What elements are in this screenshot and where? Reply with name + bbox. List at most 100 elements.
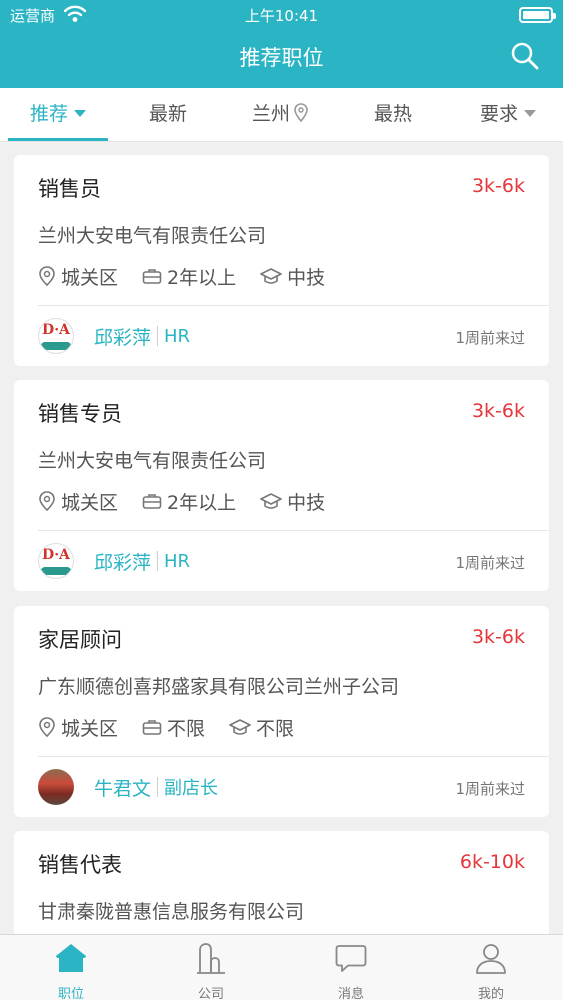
nav-company[interactable]: 公司 bbox=[161, 935, 261, 1000]
job-tags: 城关区 不限 不限 bbox=[38, 714, 318, 740]
experience-tag: 2年以上 bbox=[142, 263, 236, 290]
recruiter-info: D·A 邱彩萍 HR bbox=[38, 542, 190, 580]
tab-label: 推荐 bbox=[30, 103, 69, 125]
avatar: D·A bbox=[38, 318, 74, 354]
company-logo-text: D·A bbox=[42, 322, 70, 338]
recruiter-info: D·A 邱彩萍 HR bbox=[38, 317, 190, 355]
bottom-nav: 职位 公司 消息 我的 bbox=[0, 934, 563, 1000]
caret-down-icon bbox=[74, 109, 87, 117]
experience-text: 2年以上 bbox=[167, 491, 237, 514]
page-title: 推荐职位 bbox=[239, 46, 324, 70]
education-text: 中技 bbox=[287, 266, 326, 289]
nav-label: 我的 bbox=[477, 987, 504, 1000]
graduation-cap-icon bbox=[260, 268, 282, 284]
battery-icon bbox=[519, 7, 556, 23]
job-salary: 3k-6k bbox=[471, 400, 525, 422]
job-title: 家居顾问 bbox=[38, 628, 122, 652]
recruiter-name: 邱彩萍 bbox=[94, 551, 152, 574]
company-icon bbox=[197, 943, 225, 974]
card-divider bbox=[38, 756, 549, 757]
job-card[interactable]: 家居顾问 3k-6k 广东顺德创喜邦盛家具有限公司兰州子公司 城关区 不限 不限… bbox=[14, 606, 549, 817]
nav-profile[interactable]: 我的 bbox=[441, 935, 541, 1000]
logo-badge bbox=[41, 342, 71, 350]
company-name: 广东顺德创喜邦盛家具有限公司兰州子公司 bbox=[38, 676, 400, 698]
divider bbox=[157, 551, 159, 571]
company-name: 甘肃秦陇普惠信息服务有限公司 bbox=[38, 901, 305, 923]
district-text: 城关区 bbox=[61, 717, 119, 740]
district-text: 城关区 bbox=[61, 491, 119, 514]
education-tag: 不限 bbox=[229, 714, 294, 741]
experience-tag: 2年以上 bbox=[142, 488, 236, 515]
nav-jobs[interactable]: 职位 bbox=[21, 935, 121, 1000]
tab-label: 最新 bbox=[149, 103, 188, 125]
active-tab-indicator bbox=[8, 138, 108, 141]
location-pin-icon bbox=[39, 491, 55, 512]
job-tags: 城关区 2年以上 中技 bbox=[38, 488, 349, 514]
tab-hottest[interactable]: 最热 bbox=[374, 88, 412, 142]
location-pin-icon bbox=[294, 103, 308, 123]
job-salary: 3k-6k bbox=[471, 626, 525, 648]
nav-label: 公司 bbox=[197, 987, 224, 1000]
district-tag: 城关区 bbox=[38, 488, 118, 515]
nav-label: 消息 bbox=[337, 987, 364, 1000]
graduation-cap-icon bbox=[260, 493, 282, 509]
nav-label: 职位 bbox=[57, 987, 84, 1000]
recruiter-role: HR bbox=[164, 325, 191, 347]
job-salary: 3k-6k bbox=[471, 175, 525, 197]
card-divider bbox=[38, 305, 549, 306]
district-tag: 城关区 bbox=[38, 263, 118, 290]
job-salary: 6k-10k bbox=[459, 851, 525, 873]
home-icon bbox=[56, 944, 86, 972]
status-time: 上午10:41 bbox=[244, 7, 319, 25]
education-tag: 中技 bbox=[260, 263, 325, 290]
recruiter-role: HR bbox=[164, 550, 191, 572]
logo-badge bbox=[41, 567, 71, 575]
district-tag: 城关区 bbox=[38, 714, 118, 741]
location-pin-icon bbox=[39, 717, 55, 738]
job-title: 销售代表 bbox=[38, 853, 122, 877]
job-card[interactable]: 销售员 3k-6k 兰州大安电气有限责任公司 城关区 2年以上 中技 D·A 邱… bbox=[14, 155, 549, 366]
experience-tag: 不限 bbox=[142, 714, 205, 741]
tab-latest[interactable]: 最新 bbox=[149, 88, 187, 142]
caret-down-icon bbox=[524, 109, 537, 117]
job-card[interactable]: 销售专员 3k-6k 兰州大安电气有限责任公司 城关区 2年以上 中技 D·A … bbox=[14, 380, 549, 591]
tab-label: 要求 bbox=[480, 103, 519, 125]
job-title: 销售专员 bbox=[38, 402, 122, 426]
avatar bbox=[38, 769, 74, 805]
experience-text: 2年以上 bbox=[167, 266, 237, 289]
recruiter-info: 牛君文 副店长 bbox=[38, 768, 218, 806]
job-tags: 城关区 2年以上 中技 bbox=[38, 263, 349, 289]
company-name: 兰州大安电气有限责任公司 bbox=[38, 450, 267, 472]
graduation-cap-icon bbox=[229, 719, 251, 735]
tab-requirements[interactable]: 要求 bbox=[480, 88, 537, 142]
recruiter-name: 邱彩萍 bbox=[94, 326, 152, 349]
profile-icon bbox=[476, 944, 506, 974]
company-name: 兰州大安电气有限责任公司 bbox=[38, 225, 267, 247]
recruiter-role: 副店长 bbox=[164, 778, 219, 799]
search-icon[interactable] bbox=[509, 40, 541, 72]
top-header: 运营商 上午10:41 推荐职位 bbox=[0, 0, 563, 88]
recruiter-name: 牛君文 bbox=[94, 777, 152, 800]
filter-tabs: 推荐 最新 兰州 最热 要求 bbox=[0, 88, 563, 142]
divider bbox=[157, 326, 159, 346]
job-title: 销售员 bbox=[38, 177, 101, 201]
last-seen: 1周前来过 bbox=[455, 329, 525, 347]
district-text: 城关区 bbox=[61, 266, 119, 289]
tab-label: 兰州 bbox=[252, 103, 291, 125]
card-divider bbox=[38, 530, 549, 531]
last-seen: 1周前来过 bbox=[455, 554, 525, 572]
briefcase-icon bbox=[142, 269, 162, 284]
tab-recommend[interactable]: 推荐 bbox=[30, 88, 87, 142]
status-bar: 运营商 上午10:41 bbox=[0, 0, 563, 30]
education-tag: 中技 bbox=[260, 488, 325, 515]
company-logo-text: D·A bbox=[42, 547, 70, 563]
nav-messages[interactable]: 消息 bbox=[301, 935, 401, 1000]
tab-location[interactable]: 兰州 bbox=[252, 88, 308, 142]
message-icon bbox=[335, 945, 367, 972]
divider bbox=[157, 777, 159, 797]
last-seen: 1周前来过 bbox=[455, 780, 525, 798]
tab-label: 最热 bbox=[374, 103, 413, 125]
avatar: D·A bbox=[38, 543, 74, 579]
briefcase-icon bbox=[142, 720, 162, 735]
briefcase-icon bbox=[142, 494, 162, 509]
